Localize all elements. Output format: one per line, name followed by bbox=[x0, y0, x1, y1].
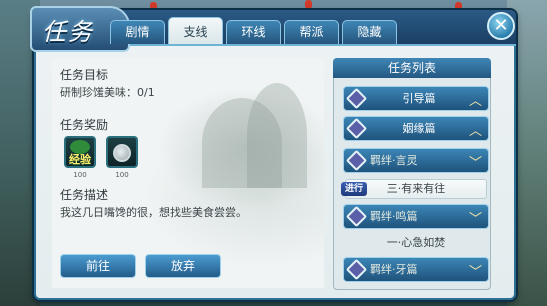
list-item-guide[interactable]: 引导篇 ︿ bbox=[343, 86, 489, 111]
tab-loop[interactable]: 环线 bbox=[226, 20, 281, 44]
desc-heading: 任务描述 bbox=[60, 188, 109, 202]
list-item-label: 姻缘篇 bbox=[402, 122, 436, 135]
list-item-bond-yanling[interactable]: 羁绊·言灵 ﹀ bbox=[343, 148, 489, 173]
list-item-label: 羁绊·言灵 bbox=[370, 154, 418, 167]
diamond-icon bbox=[345, 258, 368, 281]
chevron-down-icon: ﹀ bbox=[468, 212, 482, 227]
list-item-bond-ya[interactable]: 羁绊·牙篇 ﹀ bbox=[343, 257, 489, 282]
diamond-icon bbox=[345, 87, 368, 110]
go-button[interactable]: 前往 bbox=[60, 254, 136, 278]
list-item-marriage[interactable]: 姻缘篇 ︿ bbox=[343, 116, 489, 141]
chevron-down-icon: ﹀ bbox=[468, 156, 482, 171]
tab-side-quest[interactable]: 支线 bbox=[168, 17, 223, 44]
reward-exp[interactable]: 经验 bbox=[64, 136, 96, 168]
close-icon: ✕ bbox=[493, 15, 509, 36]
reward-coins[interactable] bbox=[106, 136, 138, 168]
list-item-label: 引导篇 bbox=[402, 92, 436, 105]
chevron-up-icon: ︿ bbox=[468, 94, 482, 109]
list-item-label: 羁绊·鸣篇 bbox=[370, 210, 418, 223]
chevron-up-icon: ︿ bbox=[468, 124, 482, 139]
mountain-painting bbox=[247, 83, 307, 188]
diamond-icon bbox=[345, 149, 368, 172]
tabs: 剧情 支线 环线 帮派 隐藏 bbox=[110, 17, 397, 44]
diamond-icon bbox=[345, 117, 368, 140]
goal-text: 研制珍馐美味：0/1 bbox=[60, 86, 155, 99]
reward-exp-count: 100 bbox=[73, 171, 87, 179]
sub-item-xinjirufen[interactable]: 一·心急如焚 bbox=[345, 234, 487, 254]
window-title: 任务 bbox=[42, 18, 94, 46]
lantern-icon bbox=[305, 0, 312, 9]
tab-main-story[interactable]: 剧情 bbox=[110, 20, 165, 44]
task-list-title: 任务列表 bbox=[333, 58, 491, 78]
diamond-icon bbox=[345, 205, 368, 228]
desc-text: 我这几日嘴馋的很，想找些美食尝尝。 bbox=[60, 206, 247, 219]
reward-heading: 任务奖励 bbox=[60, 118, 109, 132]
reward-coins-count: 100 bbox=[115, 171, 129, 179]
chevron-down-icon: ﹀ bbox=[468, 265, 482, 280]
tab-guild[interactable]: 帮派 bbox=[284, 20, 339, 44]
close-button[interactable]: ✕ bbox=[487, 12, 515, 40]
goal-heading: 任务目标 bbox=[60, 68, 109, 82]
coins-icon bbox=[113, 144, 131, 162]
abandon-button[interactable]: 放弃 bbox=[145, 254, 221, 278]
tab-hidden[interactable]: 隐藏 bbox=[342, 20, 397, 44]
list-item-bond-ming[interactable]: 羁绊·鸣篇 ﹀ bbox=[343, 204, 489, 229]
reward-exp-label: 经验 bbox=[69, 153, 91, 166]
in-progress-badge: 进行 bbox=[341, 182, 367, 196]
list-item-label: 羁绊·牙篇 bbox=[370, 263, 418, 276]
